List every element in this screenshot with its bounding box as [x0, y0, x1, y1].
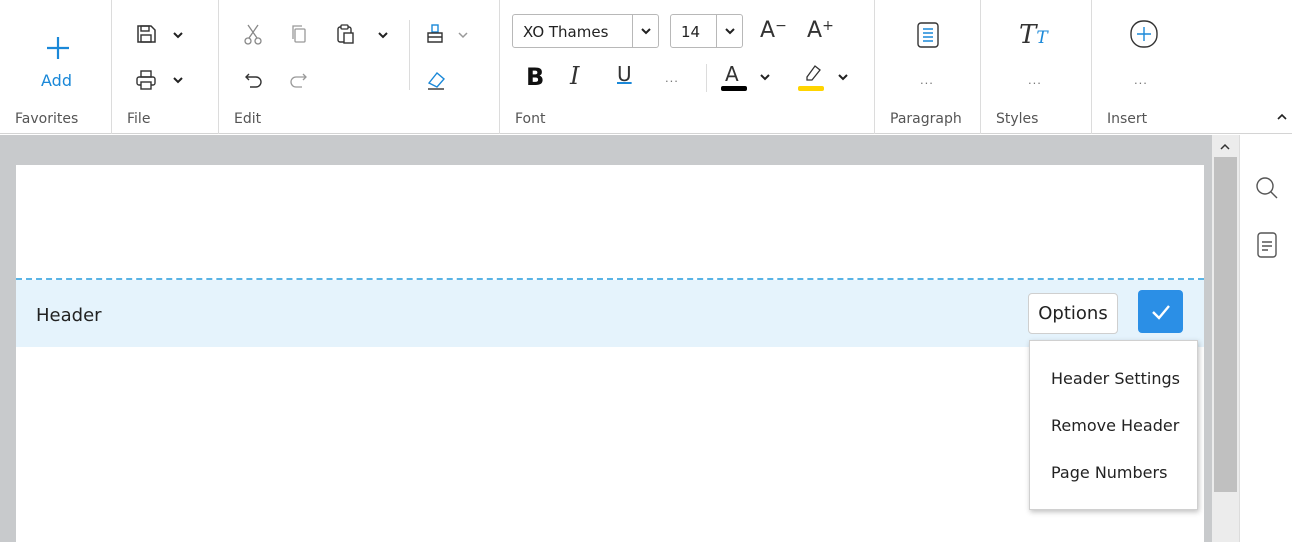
italic-button[interactable]: I	[570, 62, 579, 90]
confirm-header-button[interactable]	[1138, 290, 1183, 333]
font-color-swatch	[721, 86, 747, 91]
more-font-options-button[interactable]: ...	[665, 70, 679, 85]
menu-item-page-numbers[interactable]: Page Numbers	[1030, 449, 1197, 495]
menu-item-remove-header[interactable]: Remove Header	[1030, 402, 1197, 448]
edit-group-label: Edit	[234, 111, 262, 127]
undo-button[interactable]	[241, 68, 265, 92]
scrollbar-thumb[interactable]	[1214, 157, 1237, 492]
copy-icon	[292, 25, 306, 43]
insert-button[interactable]	[1128, 18, 1160, 50]
highlighter-icon	[806, 65, 821, 81]
vertical-scrollbar[interactable]	[1212, 135, 1239, 542]
header-edit-bar: Header Options	[16, 280, 1204, 347]
font-divider	[706, 64, 707, 92]
bold-button[interactable]: B	[526, 63, 544, 91]
scroll-up-chevron-icon[interactable]	[1217, 139, 1233, 155]
paragraph-group-label: Paragraph	[890, 111, 962, 127]
eraser-icon	[427, 71, 445, 90]
font-group-label: Font	[515, 111, 546, 127]
format-painter-chevron-icon[interactable]	[457, 30, 469, 40]
file-group-label: File	[127, 111, 151, 127]
font-size-chevron-icon[interactable]	[716, 15, 742, 47]
insert-group: ... Insert	[1092, 0, 1292, 134]
cut-button[interactable]	[241, 22, 265, 46]
save-button[interactable]	[134, 22, 158, 46]
edit-group: Edit	[219, 0, 500, 134]
undo-icon	[245, 73, 262, 88]
favorites-group-label: Favorites	[15, 111, 79, 127]
font-color-chevron-icon[interactable]	[759, 72, 771, 82]
paste-button[interactable]	[334, 22, 358, 46]
plus-icon	[47, 37, 69, 59]
add-label[interactable]: Add	[41, 71, 72, 90]
decrease-font-size-button[interactable]: A−	[760, 18, 787, 43]
font-name-select[interactable]: XO Thames	[512, 14, 659, 48]
notes-button[interactable]	[1255, 231, 1279, 259]
collapse-ribbon-chevron-up-icon[interactable]	[1276, 112, 1288, 122]
options-dropdown-menu: Header Settings Remove Header Page Numbe…	[1029, 340, 1198, 510]
font-name-chevron-icon[interactable]	[632, 15, 658, 47]
font-color-button[interactable]: A	[725, 62, 739, 86]
styles-more-button[interactable]: ...	[1028, 72, 1042, 87]
highlight-color-swatch	[798, 86, 824, 91]
edit-divider	[409, 20, 410, 90]
styles-group-label: Styles	[996, 111, 1039, 127]
app-window: Add Favorites File Edit XO Thames 14 A− …	[0, 0, 1292, 542]
font-size-value: 14	[681, 23, 701, 41]
insert-plus-icon	[1130, 20, 1158, 48]
highlight-chevron-icon[interactable]	[837, 72, 849, 82]
paragraph-more-button[interactable]: ...	[920, 72, 934, 87]
favorites-group: Add Favorites	[0, 0, 112, 134]
add-button[interactable]	[44, 34, 72, 62]
checkmark-icon	[1151, 304, 1170, 320]
ribbon-toolbar: Add Favorites File Edit XO Thames 14 A− …	[0, 0, 1292, 134]
increase-font-size-button[interactable]: A+	[807, 18, 834, 43]
notes-icon	[1257, 232, 1277, 258]
underline-button[interactable]: U	[617, 62, 632, 86]
menu-item-header-settings[interactable]: Header Settings	[1030, 355, 1197, 401]
print-icon	[136, 70, 156, 90]
options-button[interactable]: Options	[1028, 293, 1118, 334]
brush-icon	[427, 24, 443, 43]
side-panel	[1239, 135, 1292, 542]
save-icon	[137, 25, 156, 43]
redo-icon	[290, 73, 307, 88]
header-label: Header	[36, 305, 102, 326]
insert-more-button[interactable]: ...	[1134, 72, 1148, 87]
paste-icon	[337, 24, 354, 44]
highlight-button[interactable]	[800, 62, 824, 84]
styles-button[interactable]: TT	[1019, 20, 1048, 50]
paragraph-button[interactable]	[915, 20, 941, 50]
save-dropdown-chevron-icon[interactable]	[172, 30, 184, 40]
file-group: File	[112, 0, 219, 134]
scissors-icon	[244, 24, 262, 45]
search-icon	[1256, 177, 1278, 199]
copy-button[interactable]	[287, 22, 311, 46]
print-button[interactable]	[134, 68, 158, 92]
paste-dropdown-chevron-icon[interactable]	[377, 30, 389, 40]
redo-button[interactable]	[287, 68, 311, 92]
paragraph-group: ... Paragraph	[875, 0, 981, 134]
format-painter-button[interactable]	[424, 22, 448, 46]
styles-group: TT ... Styles	[981, 0, 1092, 134]
font-name-value: XO Thames	[523, 23, 609, 41]
font-size-select[interactable]: 14	[670, 14, 743, 48]
search-button[interactable]	[1254, 175, 1280, 201]
insert-group-label: Insert	[1107, 111, 1148, 127]
paragraph-align-icon	[917, 22, 939, 48]
font-group: XO Thames 14 A− A+ B I U ... A Font	[500, 0, 875, 134]
clear-formatting-button[interactable]	[424, 68, 448, 92]
print-dropdown-chevron-icon[interactable]	[172, 75, 184, 85]
document-page[interactable]: Header Options	[16, 165, 1204, 542]
